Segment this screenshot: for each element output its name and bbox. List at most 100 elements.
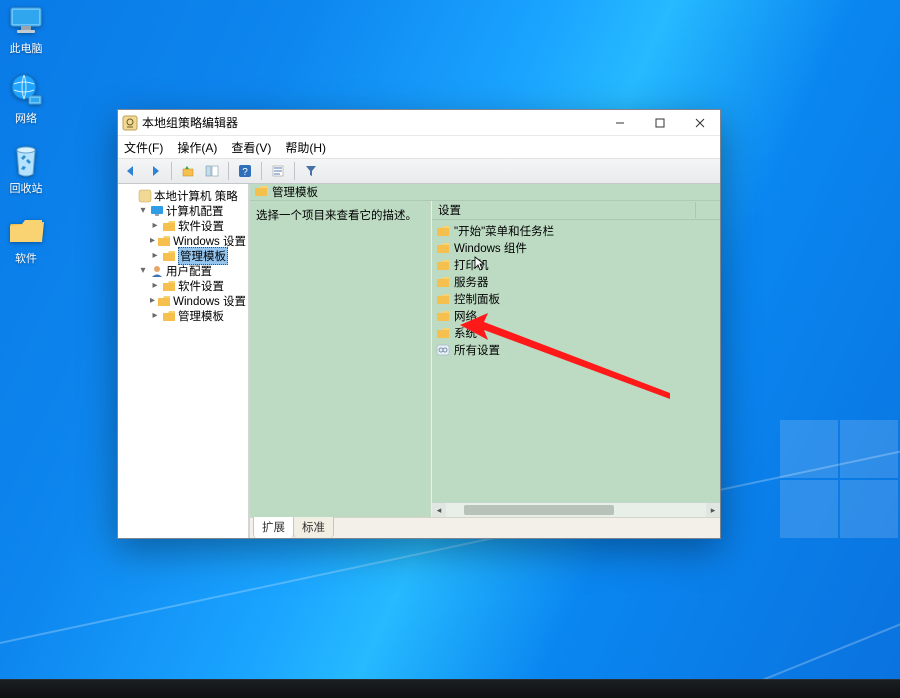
folder-icon: [436, 224, 450, 238]
tree-user-windows-settings[interactable]: ▸ Windows 设置: [118, 293, 248, 308]
tree-label: 软件设置: [178, 278, 224, 294]
item-list: "开始"菜单和任务栏 Windows 组件 打印机: [432, 220, 720, 502]
recycle-bin-icon: [7, 144, 45, 178]
item-system[interactable]: 系统: [436, 324, 716, 341]
desktop-icon-label: 软件: [15, 250, 37, 266]
folder-icon: [162, 279, 176, 293]
tree-user-software-settings[interactable]: ▸ 软件设置: [118, 278, 248, 293]
item-all-settings[interactable]: 所有设置: [436, 341, 716, 358]
item-windows-components[interactable]: Windows 组件: [436, 239, 716, 256]
globe-icon: [7, 74, 45, 108]
desktop-icon-label: 回收站: [10, 180, 43, 196]
content-header-title: 管理模板: [272, 184, 318, 200]
up-folder-button[interactable]: [177, 161, 199, 181]
item-label: Windows 组件: [454, 240, 527, 256]
item-label: 控制面板: [454, 291, 500, 307]
folder-icon: [436, 241, 450, 255]
desktop-icon-this-pc[interactable]: 此电脑: [2, 4, 50, 56]
close-button[interactable]: [680, 110, 720, 135]
expand-icon[interactable]: ▸: [150, 311, 160, 321]
menu-file[interactable]: 文件(F): [124, 139, 163, 156]
all-settings-icon: [436, 343, 450, 357]
item-start-menu-taskbar[interactable]: "开始"菜单和任务栏: [436, 222, 716, 239]
tree-computer-software-settings[interactable]: ▸ 软件设置: [118, 218, 248, 233]
scroll-right-button[interactable]: ▸: [706, 503, 720, 517]
gpedit-app-icon: [122, 115, 138, 131]
collapse-icon[interactable]: ▾: [138, 206, 148, 216]
expand-icon[interactable]: ▸: [150, 296, 155, 306]
desktop-icon-software-folder[interactable]: 软件: [2, 214, 50, 266]
tree-label: 用户配置: [166, 263, 212, 279]
show-hide-tree-button[interactable]: [201, 161, 223, 181]
folder-icon: [157, 234, 171, 248]
window-title: 本地组策略编辑器: [142, 114, 596, 131]
expand-icon[interactable]: ▸: [150, 281, 160, 291]
toolbar: ?: [118, 159, 720, 184]
tree-computer-admin-templates[interactable]: ▸ 管理模板: [118, 248, 248, 263]
menu-action[interactable]: 操作(A): [177, 139, 217, 156]
policy-tree[interactable]: 本地计算机 策略 ▾ 计算机配置: [118, 188, 248, 323]
desktop-icon-label: 此电脑: [10, 40, 43, 56]
folder-icon: [7, 214, 45, 248]
item-label: 所有设置: [454, 342, 500, 358]
tree-computer-config[interactable]: ▾ 计算机配置: [118, 203, 248, 218]
item-control-panel[interactable]: 控制面板: [436, 290, 716, 307]
tab-standard[interactable]: 标准: [293, 516, 334, 538]
menu-view[interactable]: 查看(V): [231, 139, 271, 156]
scroll-thumb[interactable]: [464, 505, 614, 515]
forward-button[interactable]: [144, 161, 166, 181]
window-local-group-policy: 本地组策略编辑器 文件(F) 操作(A) 查看(V) 帮助(H): [117, 109, 721, 539]
folder-icon: [162, 309, 176, 323]
expand-icon[interactable]: ▸: [150, 221, 160, 231]
content-header: 管理模板: [250, 184, 720, 201]
item-label: 服务器: [454, 274, 489, 290]
menubar: 文件(F) 操作(A) 查看(V) 帮助(H): [118, 136, 720, 159]
item-printers[interactable]: 打印机: [436, 256, 716, 273]
monitor-icon: [150, 204, 164, 218]
cursor-icon: [474, 256, 486, 272]
filter-button[interactable]: [300, 161, 322, 181]
scroll-track[interactable]: [446, 503, 706, 517]
item-network[interactable]: 网络: [436, 307, 716, 324]
scroll-left-button[interactable]: ◂: [432, 503, 446, 517]
tree-label: 计算机配置: [166, 203, 224, 219]
minimize-button[interactable]: [600, 110, 640, 135]
desktop-icons: 此电脑 网络 回收站: [0, 0, 52, 270]
item-servers[interactable]: 服务器: [436, 273, 716, 290]
items-column-header[interactable]: 设置: [432, 201, 720, 220]
desktop-icon-recycle-bin[interactable]: 回收站: [2, 144, 50, 196]
taskbar[interactable]: [0, 679, 900, 698]
tree-label: 管理模板: [178, 308, 224, 324]
folder-icon: [436, 326, 450, 340]
help-button[interactable]: ?: [234, 161, 256, 181]
tree-pane: 本地计算机 策略 ▾ 计算机配置: [118, 184, 250, 538]
tree-user-config[interactable]: ▾ 用户配置: [118, 263, 248, 278]
description-column: 选择一个项目来查看它的描述。: [250, 201, 431, 517]
desktop-icon-label: 网络: [15, 110, 37, 126]
expand-icon[interactable]: ▸: [150, 236, 155, 246]
tree-label: 软件设置: [178, 218, 224, 234]
folder-icon: [436, 292, 450, 306]
tree-root-local-policy[interactable]: 本地计算机 策略: [118, 188, 248, 203]
item-label: "开始"菜单和任务栏: [454, 223, 554, 239]
column-header-settings: 设置: [438, 202, 696, 218]
monitor-icon: [7, 4, 45, 38]
folder-icon: [162, 219, 176, 233]
folder-icon: [157, 294, 171, 308]
menu-help[interactable]: 帮助(H): [285, 139, 326, 156]
horizontal-scrollbar[interactable]: ◂ ▸: [432, 502, 720, 517]
maximize-button[interactable]: [640, 110, 680, 135]
collapse-icon[interactable]: ▾: [138, 266, 148, 276]
folder-icon: [436, 258, 450, 272]
tree-user-admin-templates[interactable]: ▸ 管理模板: [118, 308, 248, 323]
bottom-tabs: 扩展 标准: [250, 517, 720, 538]
item-label: 系统: [454, 325, 477, 341]
properties-button[interactable]: [267, 161, 289, 181]
window-body: 本地计算机 策略 ▾ 计算机配置: [118, 184, 720, 538]
folder-icon: [162, 249, 176, 263]
description-prompt: 选择一个项目来查看它的描述。: [256, 210, 417, 222]
desktop-icon-network[interactable]: 网络: [2, 74, 50, 126]
tab-extended[interactable]: 扩展: [253, 516, 294, 538]
back-button[interactable]: [120, 161, 142, 181]
expand-icon[interactable]: ▸: [150, 251, 160, 261]
